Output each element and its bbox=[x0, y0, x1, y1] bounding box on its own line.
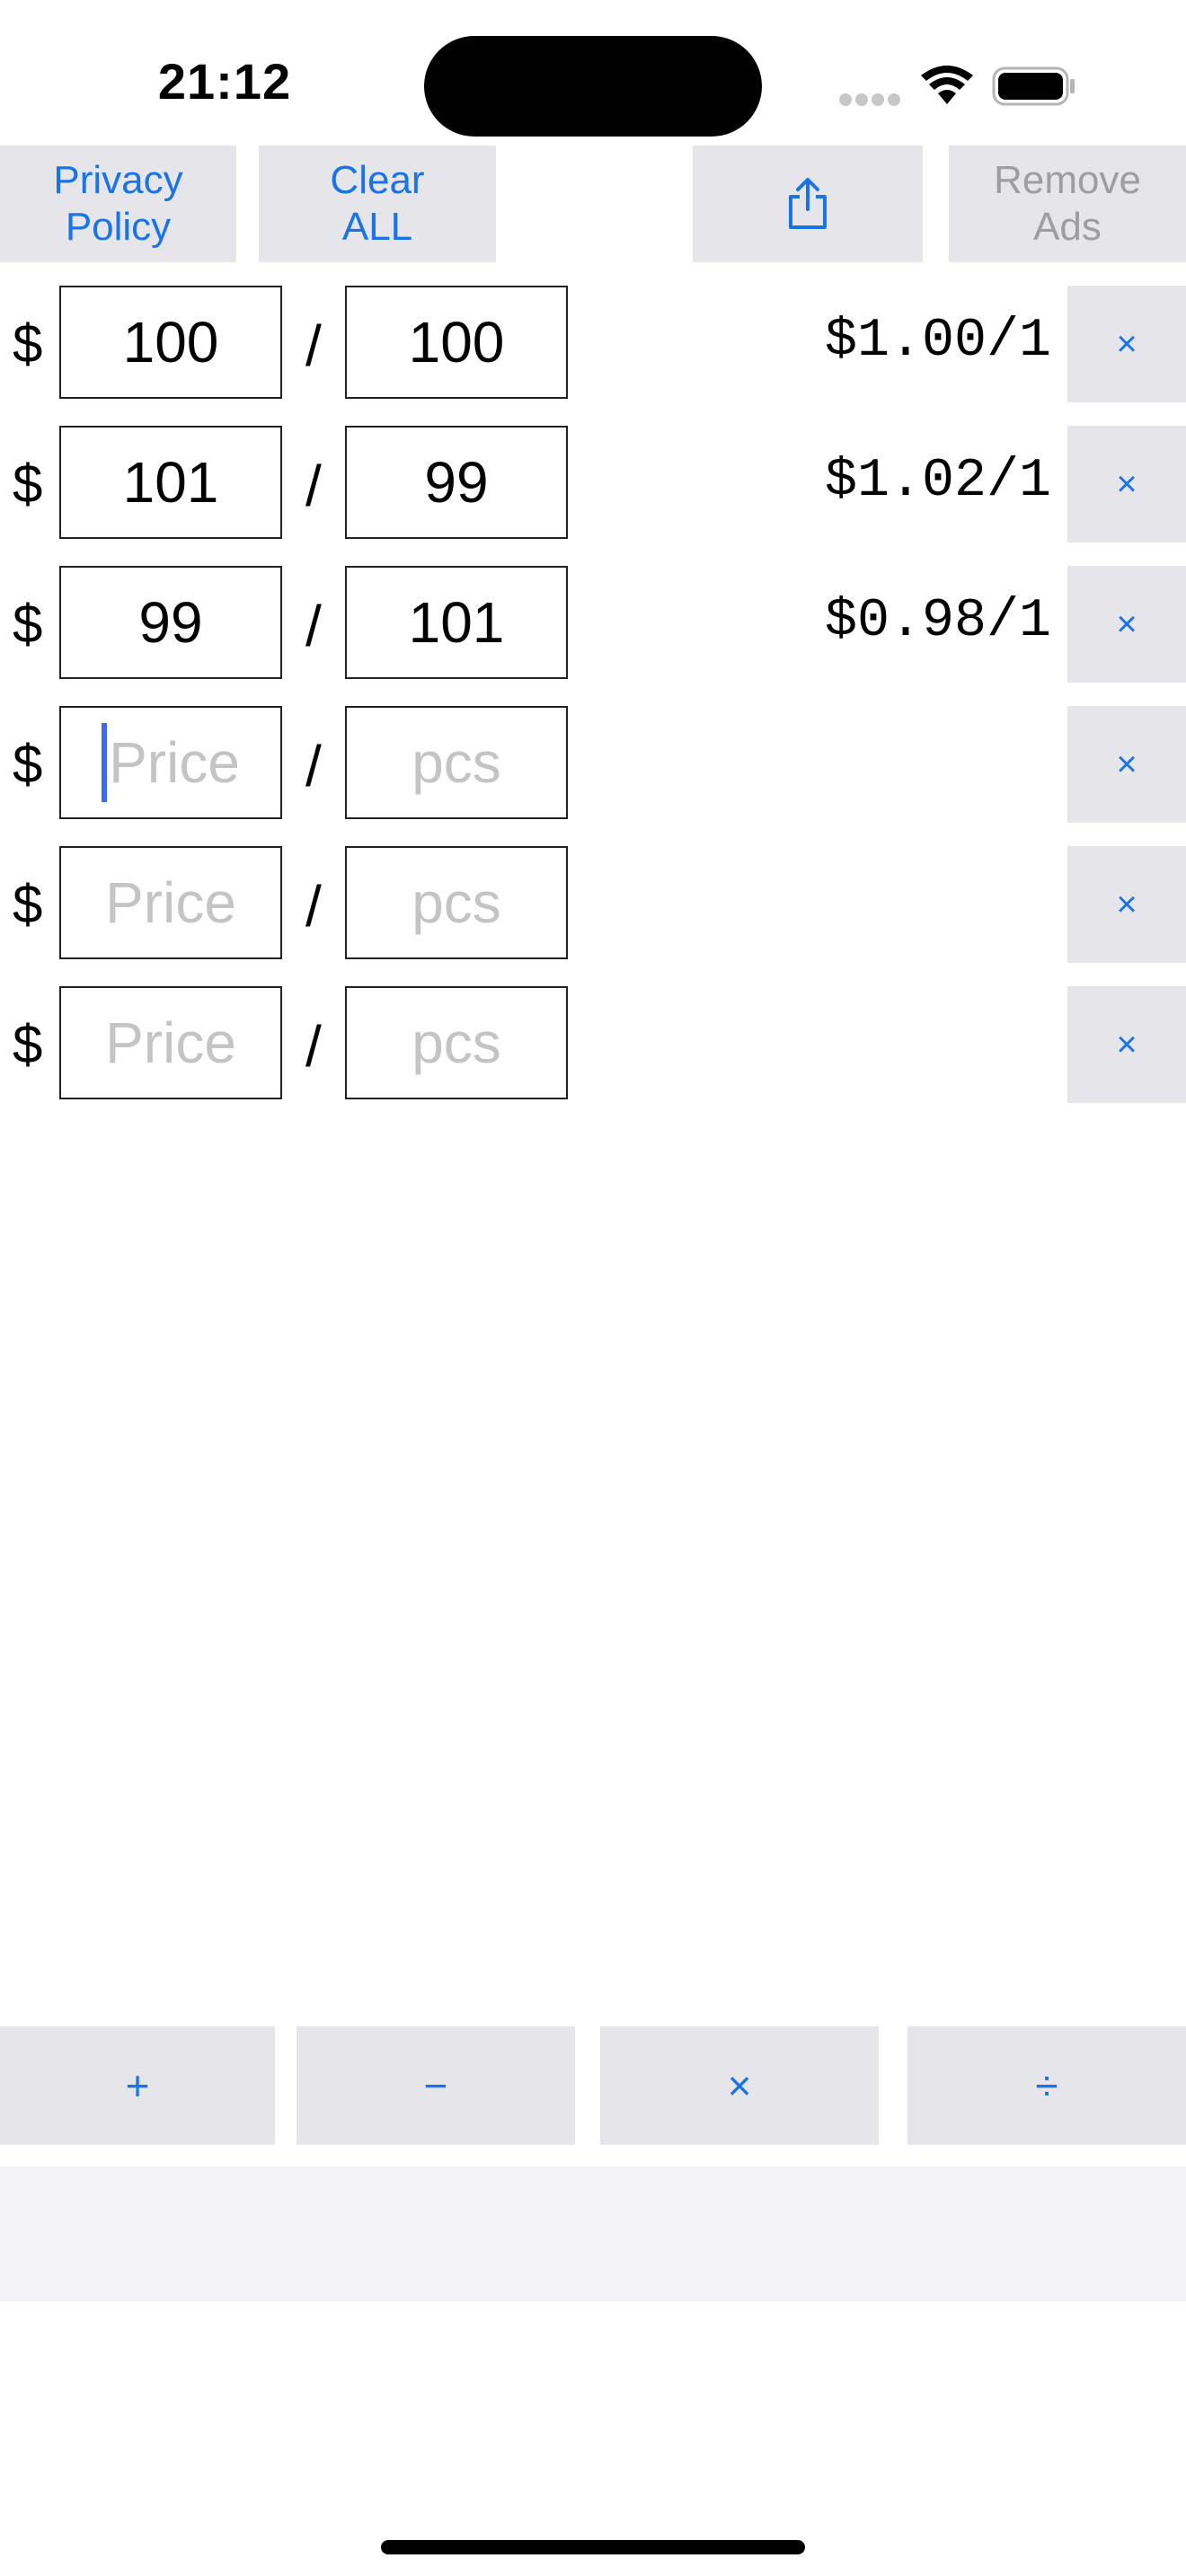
delete-row-button[interactable]: × bbox=[1067, 426, 1186, 543]
separator: / bbox=[305, 1014, 322, 1079]
privacy-policy-button[interactable]: Privacy Policy bbox=[0, 146, 236, 262]
divide-button[interactable]: ÷ bbox=[907, 2026, 1186, 2145]
separator: / bbox=[305, 734, 322, 798]
quantity-placeholder: pcs bbox=[412, 1010, 501, 1075]
delete-row-button[interactable]: × bbox=[1067, 846, 1186, 963]
quantity-input[interactable]: pcs bbox=[345, 986, 568, 1099]
quantity-input[interactable]: 101 bbox=[345, 566, 568, 679]
price-input[interactable]: Price bbox=[59, 986, 282, 1099]
currency-symbol: $ bbox=[13, 734, 43, 794]
currency-symbol: $ bbox=[13, 1014, 43, 1074]
price-placeholder: Price bbox=[109, 730, 240, 795]
multiply-button[interactable]: × bbox=[600, 2026, 879, 2145]
separator: / bbox=[305, 874, 322, 939]
quantity-value: 100 bbox=[408, 310, 505, 375]
separator: / bbox=[305, 594, 322, 658]
unit-price: $0.98/1 bbox=[824, 591, 1051, 652]
share-button[interactable] bbox=[693, 146, 923, 262]
price-input[interactable]: 101 bbox=[59, 426, 282, 539]
cellular-signal-icon bbox=[839, 93, 902, 106]
quantity-placeholder: pcs bbox=[412, 870, 501, 935]
price-value: 100 bbox=[122, 310, 219, 375]
quantity-input[interactable]: 99 bbox=[345, 426, 568, 539]
remove-ads-button[interactable]: Remove Ads bbox=[949, 146, 1186, 262]
delete-row-button[interactable]: × bbox=[1067, 706, 1186, 823]
status-bar: 21:12 bbox=[0, 0, 1186, 144]
item-row: $ 101 / 99 $1.02/1 × bbox=[0, 426, 1186, 544]
quantity-placeholder: pcs bbox=[412, 730, 501, 795]
separator: / bbox=[305, 313, 322, 378]
add-button[interactable]: + bbox=[0, 2026, 275, 2145]
price-value: 101 bbox=[122, 450, 219, 515]
dynamic-island bbox=[424, 36, 762, 137]
price-input[interactable]: 100 bbox=[59, 286, 282, 399]
item-row: $ Price / pcs × bbox=[0, 986, 1186, 1105]
price-input[interactable]: Price bbox=[59, 706, 282, 819]
separator: / bbox=[305, 454, 322, 518]
currency-symbol: $ bbox=[13, 874, 43, 934]
price-value: 99 bbox=[138, 590, 203, 655]
quantity-input[interactable]: 100 bbox=[345, 286, 568, 399]
subtract-button[interactable]: − bbox=[296, 2026, 575, 2145]
status-time: 21:12 bbox=[157, 53, 292, 110]
clear-all-button[interactable]: Clear ALL bbox=[259, 146, 496, 262]
item-row: $ Price / pcs × bbox=[0, 706, 1186, 825]
text-cursor bbox=[102, 723, 108, 802]
item-row: $ 99 / 101 $0.98/1 × bbox=[0, 566, 1186, 684]
currency-symbol: $ bbox=[13, 454, 43, 514]
battery-icon bbox=[992, 66, 1075, 106]
delete-row-button[interactable]: × bbox=[1067, 986, 1186, 1103]
currency-symbol: $ bbox=[13, 313, 43, 374]
delete-row-button[interactable]: × bbox=[1067, 286, 1186, 402]
quantity-value: 101 bbox=[408, 590, 505, 655]
currency-symbol: $ bbox=[13, 594, 43, 654]
price-placeholder: Price bbox=[105, 870, 236, 935]
delete-row-button[interactable]: × bbox=[1067, 566, 1186, 683]
price-input[interactable]: Price bbox=[59, 846, 282, 959]
home-indicator[interactable] bbox=[381, 2540, 805, 2554]
wifi-icon bbox=[921, 66, 973, 104]
item-row: $ Price / pcs × bbox=[0, 846, 1186, 965]
share-icon bbox=[789, 178, 827, 229]
unit-price: $1.02/1 bbox=[824, 451, 1051, 512]
quantity-input[interactable]: pcs bbox=[345, 706, 568, 819]
ad-banner[interactable] bbox=[0, 2166, 1186, 2301]
quantity-input[interactable]: pcs bbox=[345, 846, 568, 959]
item-row: $ 100 / 100 $1.00/1 × bbox=[0, 286, 1186, 404]
quantity-value: 99 bbox=[424, 450, 489, 515]
price-placeholder: Price bbox=[105, 1010, 236, 1075]
unit-price: $1.00/1 bbox=[824, 311, 1051, 372]
price-input[interactable]: 99 bbox=[59, 566, 282, 679]
